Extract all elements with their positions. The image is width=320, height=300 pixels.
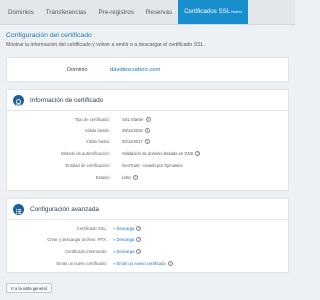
info-row-value-text: SSL Starter <box>122 117 144 122</box>
certificate-info-title: Información de certificado <box>30 97 104 104</box>
info-row-value-text: Validación de dominio basada en DNS <box>122 151 194 156</box>
advanced-row-intermediate: Certificado intermedio: » Descarga? <box>7 247 288 258</box>
info-row-certificate-authority: Entidad de certificación: GeoTrust - cre… <box>7 162 288 172</box>
help-icon[interactable]: ? <box>144 128 150 134</box>
advanced-row-link-wrap: » Emitir un nuevo certificado? <box>113 261 173 267</box>
help-icon[interactable]: ? <box>136 249 142 255</box>
tab-transferencias[interactable]: Transferencias <box>40 0 93 24</box>
advanced-row-label: Emitir un nuevo certificado: <box>56 261 107 266</box>
download-ssl-link[interactable]: » Descarga <box>113 226 134 231</box>
page-description: Mostrar la información del certificado y… <box>6 42 205 48</box>
info-row-value: SSL Starter? <box>122 117 151 123</box>
info-row-label: Estado: <box>95 175 110 180</box>
advanced-row-reissue: Emitir un nuevo certificado: » Emitir un… <box>7 259 288 270</box>
tab-bar: Dominios Transferencias Pre-registros Re… <box>0 0 295 25</box>
info-row-value-text: 29/11/2016 <box>122 128 143 133</box>
help-icon[interactable]: ? <box>144 139 150 145</box>
info-row-value: GeoTrust - creado por Symantec <box>122 163 183 168</box>
advanced-row-pfx: Crear y descargar archivo .PFX: » Descar… <box>7 235 288 246</box>
info-row-label: Tipo de certificado: <box>74 117 110 122</box>
certificate-info-header: Información de certificado <box>7 90 288 111</box>
advanced-row-link-wrap: » Descarga? <box>113 249 142 255</box>
info-row-label: Entidad de certificación: <box>65 163 110 168</box>
download-intermediate-link[interactable]: » Descarga <box>113 249 134 254</box>
certificate-badge-icon <box>13 95 24 107</box>
tab-pre-registros[interactable]: Pre-registros <box>93 0 140 24</box>
tab-certificados-ssl-label: Certificados SSL <box>184 8 231 15</box>
info-row-value: Validación de dominio basada en DNS? <box>122 151 201 157</box>
help-icon[interactable]: ? <box>167 261 173 267</box>
advanced-settings-card: Configuración avanzada Certificado SSL: … <box>6 198 289 273</box>
domain-card: Dominio davidescudero.com <box>6 57 289 82</box>
info-row-value-text: GeoTrust - creado por Symantec <box>122 163 183 168</box>
info-row-label: Válido hasta: <box>85 139 110 144</box>
info-row-value-text: 30/11/2017 <box>122 139 143 144</box>
info-row-label: Válido desde: <box>84 128 110 133</box>
download-pfx-link[interactable]: » Descarga <box>113 237 134 242</box>
info-row-value: 29/11/2016? <box>122 128 150 134</box>
info-row-valid-to: Válido hasta: 30/11/2017? <box>7 138 288 148</box>
help-icon[interactable]: ? <box>136 226 142 232</box>
domain-value: davidescudero.com <box>110 67 161 73</box>
info-row-value: Listo? <box>122 175 138 181</box>
tab-reservas[interactable]: Reservas <box>140 0 178 24</box>
advanced-row-link-wrap: » Descarga? <box>113 226 142 232</box>
info-row-value: 30/11/2017? <box>122 139 150 145</box>
info-row-label: Método de autentificación: <box>61 151 110 156</box>
advanced-row-label: Certificado intermedio: <box>65 249 107 254</box>
advanced-settings-title: Configuración avanzada <box>30 206 99 213</box>
help-icon[interactable]: ? <box>195 151 201 157</box>
page-title: Configuración del certificado <box>6 32 92 39</box>
status-value: Listo <box>122 175 131 180</box>
settings-list-icon <box>13 204 24 215</box>
advanced-settings-header: Configuración avanzada <box>7 199 288 220</box>
domain-label: Dominio <box>67 67 88 73</box>
info-row-valid-from: Válido desde: 29/11/2016? <box>7 127 288 137</box>
tab-certificados-ssl[interactable]: Certificados SSL Nuevo <box>178 0 249 24</box>
advanced-row-link-wrap: » Descarga? <box>113 237 142 243</box>
advanced-row-label: Certificado SSL: <box>76 226 107 231</box>
help-icon[interactable]: ? <box>145 117 151 123</box>
advanced-row-label: Crear y descargar archivo .PFX: <box>47 237 107 242</box>
certificate-info-card: Información de certificado Tipo de certi… <box>6 89 289 191</box>
help-icon[interactable]: ? <box>136 237 142 243</box>
info-row-status: Estado: Listo? <box>7 174 288 184</box>
advanced-row-ssl: Certificado SSL: » Descarga? <box>7 224 288 235</box>
back-to-overview-button[interactable]: Ir a la vista general <box>6 283 52 293</box>
tab-dominios[interactable]: Dominios <box>2 0 40 24</box>
info-row-type: Tipo de certificado: SSL Starter? <box>7 116 288 126</box>
help-icon[interactable]: ? <box>132 175 138 181</box>
info-row-auth-method: Método de autentificación: Validación de… <box>7 150 288 160</box>
new-badge: Nuevo <box>231 9 243 14</box>
reissue-certificate-link[interactable]: » Emitir un nuevo certificado <box>113 261 166 266</box>
